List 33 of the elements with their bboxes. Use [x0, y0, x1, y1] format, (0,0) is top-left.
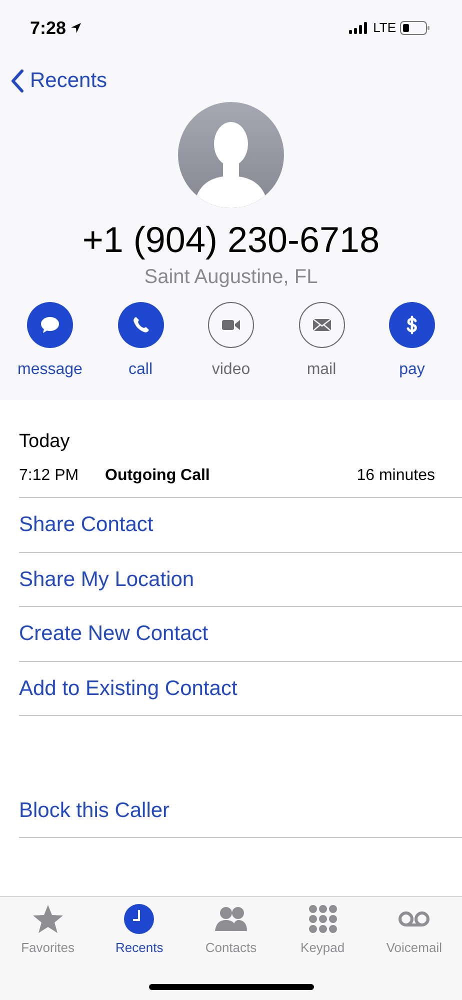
- action-label: pay: [399, 360, 425, 380]
- avatar-silhouette-icon: [178, 102, 284, 208]
- tab-item[interactable]: Recents: [97, 903, 182, 958]
- chevron-left-icon: [10, 69, 24, 93]
- action-label: message: [18, 360, 82, 380]
- action-link[interactable]: Share My Location: [19, 564, 194, 595]
- mail-button[interactable]: [298, 302, 344, 348]
- location-text: Saint Augustine, FL: [143, 265, 319, 290]
- network-label: LTE: [373, 19, 396, 38]
- action-link[interactable]: Share Contact: [19, 509, 154, 540]
- location-arrow-icon: [70, 22, 82, 34]
- clock-icon: [123, 903, 156, 935]
- battery-icon: [400, 21, 430, 35]
- signal-icon: [349, 22, 370, 34]
- block-caller-link[interactable]: Block this Caller: [19, 794, 170, 826]
- action-label: call: [128, 360, 152, 380]
- call-type: Outgoing Call: [105, 466, 211, 486]
- action-label: mail: [306, 360, 336, 380]
- phone-number: +1 (904) 230-6718: [81, 218, 381, 262]
- action-link[interactable]: Add to Existing Contact: [19, 672, 238, 704]
- pay-button[interactable]: [389, 302, 435, 348]
- action-link[interactable]: Create New Contact: [19, 618, 208, 650]
- status-time: 7:28: [30, 16, 66, 40]
- back-link[interactable]: Recents: [10, 65, 108, 97]
- keypad-icon: [306, 903, 339, 935]
- star-icon: [32, 903, 64, 935]
- call-time: 7:12 PM: [19, 466, 80, 486]
- action-label: video: [212, 360, 250, 380]
- call-button[interactable]: [118, 302, 164, 348]
- video-button[interactable]: [208, 302, 254, 348]
- message-button[interactable]: [27, 302, 73, 348]
- section-heading: Today: [19, 430, 71, 454]
- call-duration: 16 minutes: [356, 466, 435, 486]
